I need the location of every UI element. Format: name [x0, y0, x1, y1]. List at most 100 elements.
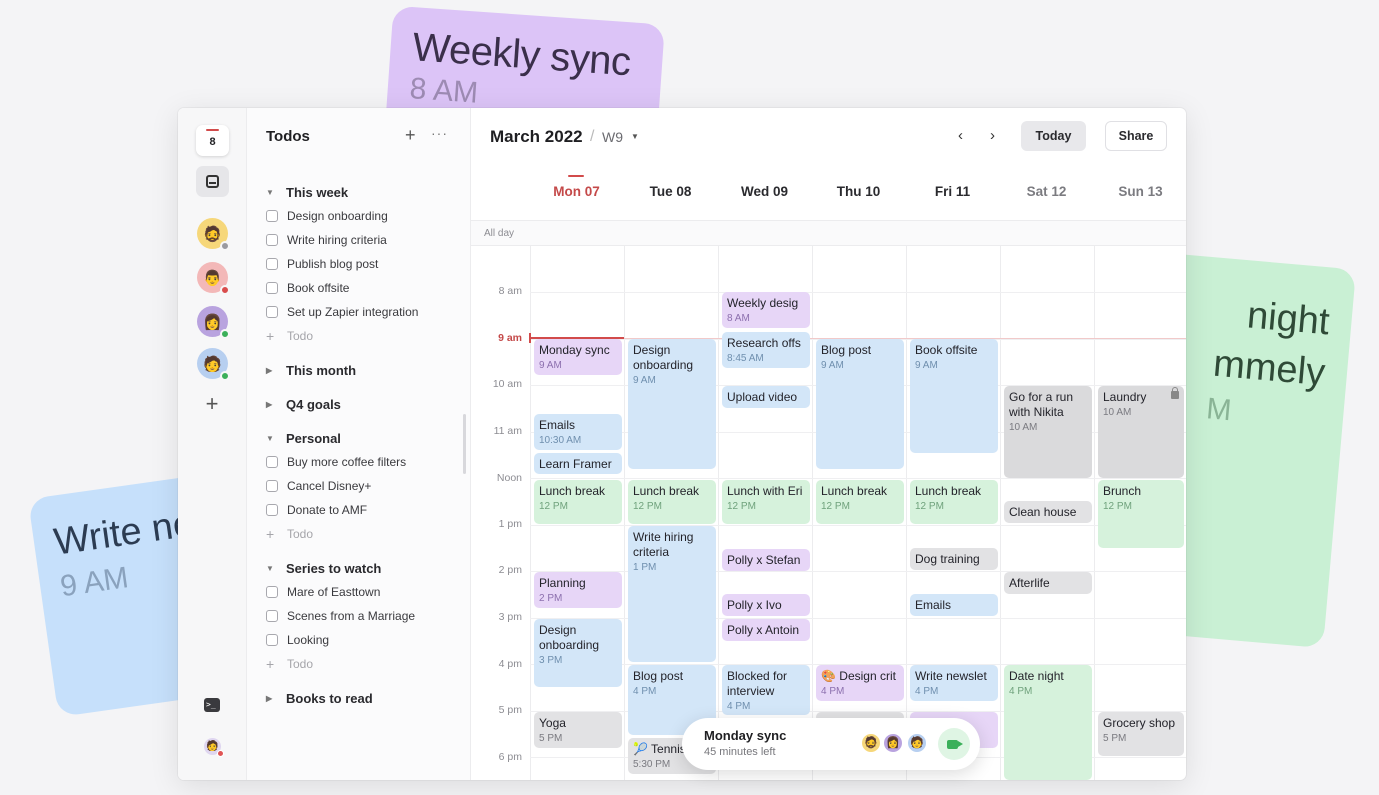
event[interactable]: Design onboarding 3 PM — [534, 619, 622, 687]
week-selector[interactable]: W9 — [602, 129, 623, 145]
checkbox[interactable] — [266, 504, 278, 516]
add-todo-button[interactable]: + Todo — [266, 652, 466, 676]
group-books-to-read[interactable]: ▶ Books to read — [266, 686, 466, 710]
event[interactable]: Blocked for interview 4 PM — [722, 665, 810, 715]
event[interactable]: Grocery shop 5 PM — [1098, 712, 1184, 756]
checkbox[interactable] — [266, 480, 278, 492]
todo-item[interactable]: Book offsite — [266, 276, 466, 300]
todo-item[interactable]: Looking — [266, 628, 466, 652]
event-title: Lunch with Eri — [727, 484, 803, 498]
event-title: Emails — [539, 418, 576, 432]
today-button[interactable]: Today — [1021, 121, 1086, 151]
group-this-month[interactable]: ▶ This month — [266, 358, 466, 382]
checkbox[interactable] — [266, 210, 278, 222]
event[interactable]: Polly x Antoin — [722, 619, 810, 641]
inbox-icon[interactable] — [196, 166, 229, 197]
avatar[interactable]: 🧔 — [197, 218, 230, 251]
add-todo-button[interactable]: + Todo — [266, 522, 466, 546]
event[interactable]: Lunch break 12 PM — [816, 480, 904, 524]
chevron-left-icon[interactable]: ‹ — [958, 127, 963, 144]
event[interactable]: Lunch break 12 PM — [628, 480, 716, 524]
avatar[interactable]: 👩 — [197, 306, 230, 339]
todo-item[interactable]: Cancel Disney+ — [266, 474, 466, 498]
checkbox[interactable] — [266, 282, 278, 294]
group-q4-goals[interactable]: ▶ Q4 goals — [266, 392, 466, 416]
checkbox[interactable] — [266, 258, 278, 270]
event[interactable]: Planning 2 PM — [534, 572, 622, 608]
all-day-row[interactable]: All day — [471, 220, 1186, 246]
event[interactable]: Blog post 9 AM — [816, 339, 904, 469]
todo-item[interactable]: Buy more coffee filters — [266, 450, 466, 474]
event[interactable]: Lunch with Eri 12 PM — [722, 480, 810, 524]
checkbox[interactable] — [266, 234, 278, 246]
add-todo-button[interactable]: + Todo — [266, 324, 466, 348]
day-header[interactable]: Fri 11 — [906, 184, 999, 199]
checkbox[interactable] — [266, 586, 278, 598]
group-series-to-watch[interactable]: ▼ Series to watch — [266, 556, 466, 580]
event[interactable]: 🎨 Design crit 4 PM — [816, 665, 904, 701]
day-header[interactable]: Sat 12 — [1000, 184, 1093, 199]
event[interactable]: Yoga 5 PM — [534, 712, 622, 748]
add-todo-icon[interactable]: + — [405, 125, 416, 146]
event[interactable]: Go for a run with Nikita 10 AM — [1004, 386, 1092, 478]
event[interactable]: Clean house — [1004, 501, 1092, 523]
group-personal[interactable]: ▼ Personal — [266, 426, 466, 450]
todo-item[interactable]: Design onboarding — [266, 204, 466, 228]
event[interactable]: Learn Framer — [534, 453, 622, 474]
event[interactable]: Book offsite 9 AM — [910, 339, 998, 453]
event[interactable]: Design onboarding 9 AM — [628, 339, 716, 469]
day-header[interactable]: Tue 08 — [624, 184, 717, 199]
day-header[interactable]: Sun 13 — [1094, 184, 1186, 199]
toast-subtitle: 45 minutes left — [704, 746, 776, 758]
checkbox[interactable] — [266, 306, 278, 318]
group-this-week[interactable]: ▼ This week — [266, 180, 466, 204]
checkbox[interactable] — [266, 610, 278, 622]
todo-label: Cancel Disney+ — [287, 479, 372, 493]
event[interactable]: Emails — [910, 594, 998, 616]
add-todo-label: Todo — [287, 329, 314, 343]
more-icon[interactable]: ··· — [431, 125, 448, 141]
chevron-down-icon[interactable]: ▼ — [631, 132, 639, 141]
event[interactable]: Dog training — [910, 548, 998, 570]
event[interactable]: Emails 10:30 AM — [534, 414, 622, 450]
event[interactable]: Upload video — [722, 386, 810, 408]
terminal-icon[interactable]: >_ — [204, 698, 220, 712]
event[interactable]: Monday sync 9 AM — [534, 339, 622, 375]
todo-item[interactable]: Write hiring criteria — [266, 228, 466, 252]
event[interactable]: Laundry 10 AM — [1098, 386, 1184, 478]
day-header[interactable]: Thu 10 — [812, 184, 905, 199]
todo-item[interactable]: Donate to AMF — [266, 498, 466, 522]
todo-item[interactable]: Set up Zapier integration — [266, 300, 466, 324]
calendar-date-icon[interactable]: 8 — [196, 125, 229, 156]
add-icon[interactable]: + — [202, 393, 222, 415]
todo-item[interactable]: Mare of Easttown — [266, 580, 466, 604]
todo-item[interactable]: Publish blog post — [266, 252, 466, 276]
checkbox[interactable] — [266, 634, 278, 646]
event[interactable]: Polly x Stefan — [722, 549, 810, 571]
avatar[interactable]: 🧑 — [197, 348, 230, 381]
chevron-right-icon[interactable]: › — [990, 127, 995, 144]
video-call-icon[interactable] — [938, 728, 970, 760]
share-button[interactable]: Share — [1105, 121, 1167, 151]
event[interactable]: Write newslet 4 PM — [910, 665, 998, 701]
event-time: 4 PM — [633, 686, 657, 697]
avatar[interactable]: 👨 — [197, 262, 230, 295]
todo-item[interactable]: Scenes from a Marriage — [266, 604, 466, 628]
event[interactable]: Afterlife — [1004, 572, 1092, 594]
event[interactable]: Weekly desig 8 AM — [722, 292, 810, 328]
event[interactable]: Write hiring criteria 1 PM — [628, 526, 716, 662]
event[interactable]: Lunch break 12 PM — [534, 480, 622, 524]
event[interactable]: Brunch 12 PM — [1098, 480, 1184, 548]
plus-icon: + — [266, 526, 275, 542]
event[interactable]: Date night 4 PM — [1004, 665, 1092, 780]
scrollbar[interactable] — [463, 414, 466, 474]
event[interactable]: Research offs 8:45 AM — [722, 332, 810, 368]
checkbox[interactable] — [266, 456, 278, 468]
event[interactable]: Lunch break 12 PM — [910, 480, 998, 524]
upcoming-meeting-toast[interactable]: Monday sync 45 minutes left 🧔 👩 🧑 — [682, 718, 980, 770]
avatar[interactable]: 🧑 — [204, 738, 224, 757]
day-header[interactable]: Mon 07 — [530, 184, 623, 199]
event[interactable]: Polly x Ivo — [722, 594, 810, 616]
day-header[interactable]: Wed 09 — [718, 184, 811, 199]
event-time: 10 AM — [1009, 422, 1038, 433]
